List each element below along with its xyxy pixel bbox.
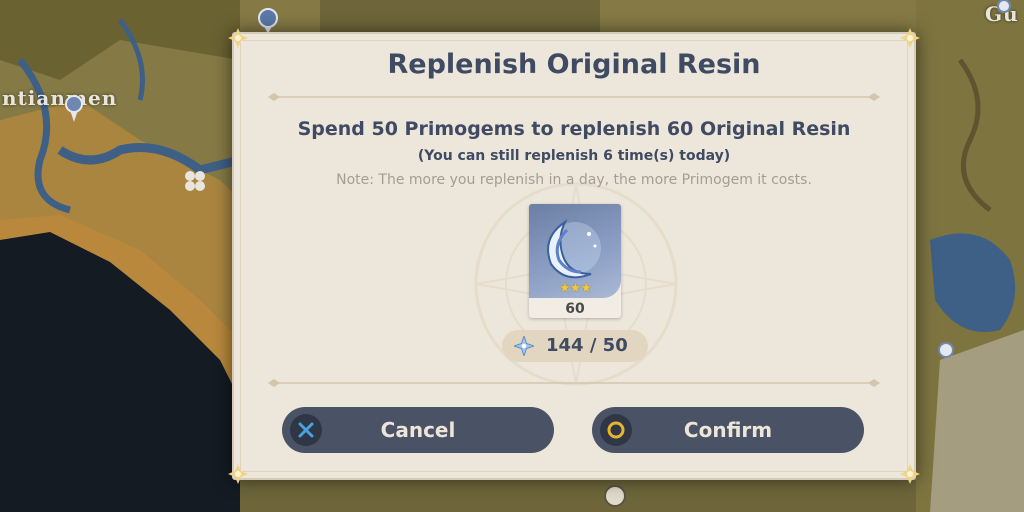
corner-ornament-icon (228, 464, 248, 484)
bottom-divider (268, 378, 880, 388)
confirm-button[interactable]: Confirm (592, 407, 864, 453)
top-divider (268, 92, 880, 102)
corner-ornament-icon (900, 28, 920, 48)
replenish-resin-dialog: Replenish Original Resin Spend 50 Primog… (228, 28, 920, 484)
cancel-button-label: Cancel (380, 418, 456, 442)
confirm-button-label: Confirm (683, 418, 773, 442)
primogem-cost-pill: 144 / 50 (502, 330, 648, 362)
replenish-description: Spend 50 Primogems to replenish 60 Origi… (297, 118, 851, 140)
item-count: 60 (565, 301, 585, 317)
dialog-title: Replenish Original Resin (387, 49, 761, 80)
clover-icon (185, 171, 205, 191)
rarity-stars: ★★★ (559, 281, 592, 296)
waypoint-icon (65, 95, 83, 122)
item-art: ★★★ (529, 204, 621, 298)
replenish-remaining-text: (You can still replenish 6 time(s) today… (417, 148, 731, 164)
statue-icon (258, 8, 278, 34)
replenish-note: Note: The more you replenish in a day, t… (336, 172, 812, 188)
primogem-icon (514, 336, 534, 356)
cancel-button[interactable]: Cancel (282, 407, 554, 453)
waypoint-icon-top-right (997, 0, 1011, 13)
corner-ornament-icon (228, 28, 248, 48)
primogem-cost-text: 144 / 50 (546, 335, 628, 356)
waypoint-icon-right (938, 342, 954, 358)
resin-item-card: ★★★ 60 (529, 204, 621, 318)
domain-icon (604, 485, 626, 507)
corner-ornament-icon (900, 464, 920, 484)
